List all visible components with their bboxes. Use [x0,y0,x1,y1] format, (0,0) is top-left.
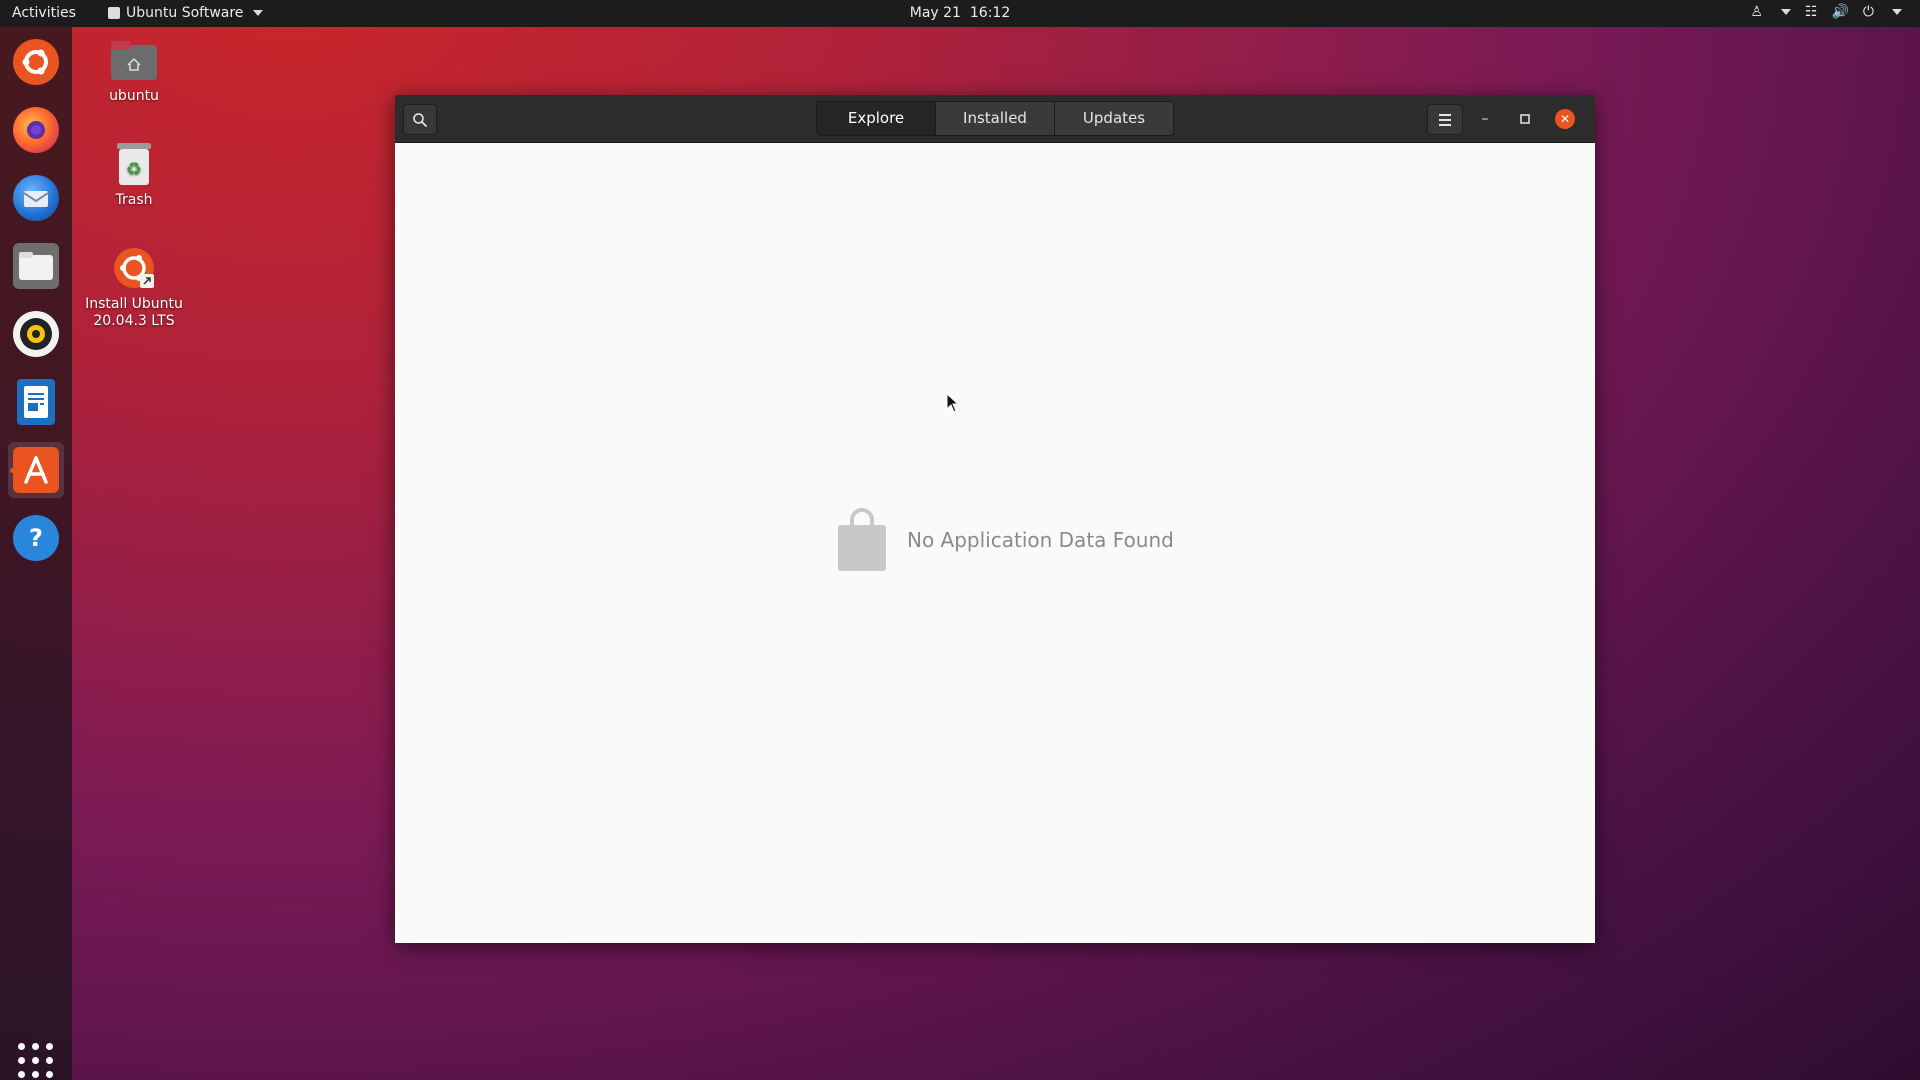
chevron-down-icon[interactable] [1892,9,1902,15]
firefox-icon [13,107,59,153]
files-icon [13,243,59,289]
activities-button[interactable]: Activities [12,5,76,21]
rhythmbox-icon [13,311,59,357]
power-icon[interactable]: ⏻ [1863,4,1874,20]
search-button[interactable] [403,104,437,135]
top-bar: Activities Ubuntu Software May 21 16:12 … [0,0,1920,27]
app-menu-label: Ubuntu Software [126,5,244,21]
dock: ? [0,27,72,1080]
trash-icon: ♻ [110,140,158,188]
chevron-down-icon[interactable] [1780,9,1791,15]
clock-date: May 21 [909,5,961,21]
desktop-icon-label: ubuntu [109,88,159,104]
close-icon: ✕ [1559,112,1571,126]
maximize-button[interactable] [1515,109,1535,129]
minimize-button[interactable]: – [1475,109,1495,129]
dock-item-ubuntu-software[interactable] [8,442,64,498]
desktop-icon-label: Trash [115,192,153,208]
empty-state: No Application Data Found [837,507,1174,573]
header-bar: Explore Installed Updates – ✕ [395,95,1595,143]
search-icon [413,112,427,127]
accessibility-icon[interactable]: ♙ [1750,4,1763,20]
libreoffice-writer-icon [17,379,55,425]
app-menu[interactable]: Ubuntu Software [108,5,264,21]
ubuntu-installer-icon [13,39,59,85]
running-indicator [10,468,15,473]
thunderbird-icon [13,175,59,221]
show-applications-button[interactable] [18,1043,54,1079]
network-icon[interactable]: ☷ [1805,4,1818,20]
desktop-icon-label: Install Ubuntu 20.04.3 LTS [85,296,183,329]
svg-text:♻: ♻ [126,159,142,180]
ubuntu-installer-icon [110,244,158,292]
desktop-icon-trash[interactable]: ♻ Trash [74,140,194,209]
clock: May 21 16:12 [0,5,1920,21]
dock-item-writer[interactable] [8,374,64,430]
app-menu-icon [108,7,120,19]
desktop-icon-install-ubuntu[interactable]: Install Ubuntu 20.04.3 LTS [74,244,194,330]
empty-state-message: No Application Data Found [907,528,1174,552]
dock-item-rhythmbox[interactable] [8,306,64,362]
desktop-icon-home[interactable]: ubuntu [74,36,194,105]
system-tray: ♙ ☷ 🔊 ⏻ [1750,4,1902,20]
dock-item-help[interactable]: ? [8,510,64,566]
tab-installed[interactable]: Installed [936,102,1055,135]
close-button[interactable]: ✕ [1555,109,1575,129]
mouse-cursor-icon [946,393,960,413]
shopping-bag-icon [838,508,886,571]
view-switcher: Explore Installed Updates [816,101,1174,136]
maximize-icon [1520,114,1530,124]
dock-item-files[interactable] [8,238,64,294]
dock-item-firefox[interactable] [8,102,64,158]
hamburger-menu-button[interactable] [1427,104,1463,135]
home-folder-icon [110,36,158,84]
help-icon: ? [13,515,59,561]
dock-item-thunderbird[interactable] [8,170,64,226]
dock-item-install-ubuntu[interactable] [8,34,64,90]
tab-updates[interactable]: Updates [1055,102,1173,135]
clock-time: 16:12 [969,5,1011,21]
ubuntu-software-icon [13,447,59,493]
clock-button[interactable]: May 21 16:12 [910,5,1010,21]
volume-icon[interactable]: 🔊 [1831,4,1848,20]
chevron-down-icon [253,10,264,16]
ubuntu-software-window: Explore Installed Updates – ✕ No Applica… [395,95,1595,943]
minimize-icon: – [1481,111,1489,127]
tab-explore[interactable]: Explore [817,102,936,135]
